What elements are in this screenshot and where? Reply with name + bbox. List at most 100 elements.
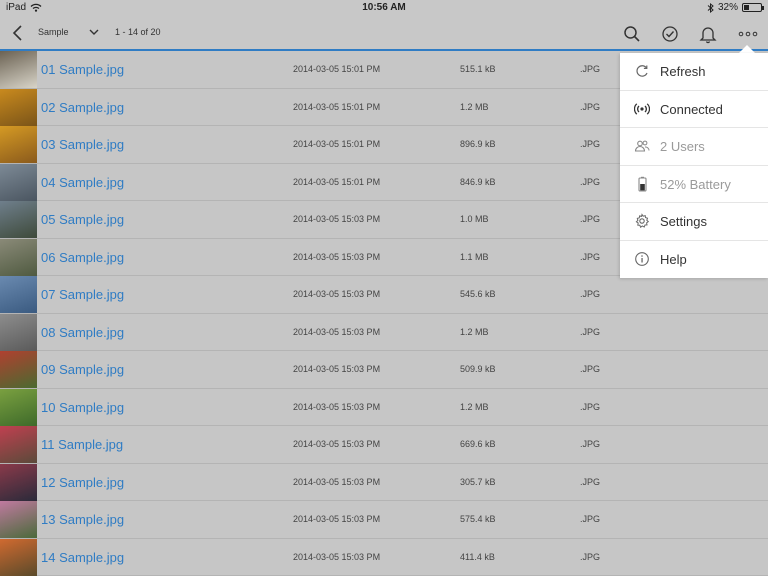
file-type: .JPG <box>580 289 601 299</box>
menu-item-settings[interactable]: Settings <box>620 203 768 241</box>
file-size: 669.6 kB <box>460 439 496 449</box>
file-date: 2014-03-05 15:03 PM <box>293 476 381 487</box>
file-thumbnail <box>0 538 37 576</box>
menu-item-label: Connected <box>660 101 723 117</box>
battery-icon <box>638 176 647 192</box>
menu-item-label: Settings <box>660 214 707 229</box>
file-thumbnail <box>0 388 37 426</box>
refresh-icon <box>636 65 648 77</box>
file-size: 305.7 kB <box>460 476 496 487</box>
file-name: 02 Sample.jpg <box>41 99 125 115</box>
file-thumbnail <box>0 501 37 538</box>
status-time: 10:56 AM <box>362 2 406 13</box>
menu-item-label: 52% Battery <box>660 176 731 192</box>
file-size: 1.0 MB <box>460 214 489 224</box>
file-date: 2014-03-05 15:01 PM <box>293 64 381 74</box>
menu-item-help[interactable]: Help <box>620 241 768 279</box>
file-date: 2014-03-05 15:03 PM <box>293 289 381 299</box>
folder-name[interactable]: Sample <box>38 27 69 37</box>
file-date: 2014-03-05 15:03 PM <box>293 326 381 337</box>
file-name: 03 Sample.jpg <box>41 137 125 152</box>
file-thumbnail <box>0 201 37 238</box>
file-type: .JPG <box>580 101 601 112</box>
more-icon[interactable] <box>738 24 758 44</box>
file-size: 509.9 kB <box>460 364 496 374</box>
file-name: 05 Sample.jpg <box>41 212 125 227</box>
file-date: 2014-03-05 15:03 PM <box>293 251 381 262</box>
overflow-menu: Refresh Connected 2 Users 52% Battery Settin… <box>620 53 768 278</box>
table-row[interactable]: 09 Sample.jpg 2014-03-05 15:03 PM 509.9 kB… <box>0 351 768 389</box>
status-bar: iPad 10:56 AM 32% <box>0 0 768 16</box>
item-count: 1 - 14 of 20 <box>115 27 161 37</box>
info-icon <box>635 251 649 266</box>
status-right: 32% <box>707 2 764 13</box>
table-row[interactable]: 12 Sample.jpg 2014-03-05 15:03 PM 305.7 kB… <box>0 463 768 501</box>
bluetooth-icon <box>707 2 714 13</box>
file-name: 10 Sample.jpg <box>41 399 125 415</box>
file-thumbnail <box>0 351 37 388</box>
file-name: 06 Sample.jpg <box>41 249 125 265</box>
file-thumbnail <box>0 88 37 126</box>
table-row[interactable]: 10 Sample.jpg 2014-03-05 15:03 PM 1.2 MB .J… <box>0 388 768 426</box>
broadcast-icon <box>634 102 650 115</box>
file-name: 12 Sample.jpg <box>41 474 125 490</box>
file-size: 1.1 MB <box>460 251 489 262</box>
battery-level <box>744 5 749 10</box>
file-name: 07 Sample.jpg <box>41 287 125 302</box>
toolbar: Sample 1 - 14 of 20 <box>0 16 768 51</box>
file-type: .JPG <box>580 251 601 262</box>
select-check-icon[interactable] <box>660 24 680 44</box>
menu-item-2-users[interactable]: 2 Users <box>620 128 768 166</box>
file-thumbnail <box>0 313 37 351</box>
menu-item-refresh[interactable]: Refresh <box>620 53 768 91</box>
file-size: 1.2 MB <box>460 326 489 337</box>
table-row[interactable]: 11 Sample.jpg 2014-03-05 15:03 PM 669.6 kB… <box>0 426 768 464</box>
chevron-down-icon[interactable] <box>88 27 100 37</box>
file-type: .JPG <box>580 176 601 187</box>
menu-item-52-battery[interactable]: 52% Battery <box>620 166 768 203</box>
file-size: 896.9 kB <box>460 139 496 149</box>
search-icon[interactable] <box>622 24 642 44</box>
table-row[interactable]: 14 Sample.jpg 2014-03-05 15:03 PM 411.4 kB… <box>0 538 768 576</box>
battery-percent: 32% <box>717 2 738 13</box>
table-row[interactable]: 13 Sample.jpg 2014-03-05 15:03 PM 575.4 kB… <box>0 501 768 539</box>
file-name: 08 Sample.jpg <box>41 324 125 340</box>
table-row[interactable]: 07 Sample.jpg 2014-03-05 15:03 PM 545.6 kB… <box>0 276 768 314</box>
file-name: 09 Sample.jpg <box>41 362 125 377</box>
file-size: 545.6 kB <box>460 289 496 299</box>
file-thumbnail <box>0 51 37 88</box>
menu-item-label: 2 Users <box>660 139 705 154</box>
file-date: 2014-03-05 15:01 PM <box>293 139 381 149</box>
file-size: 846.9 kB <box>460 176 496 187</box>
gear-icon <box>635 213 650 228</box>
file-type: .JPG <box>580 514 601 524</box>
file-type: .JPG <box>580 551 601 562</box>
file-thumbnail <box>0 238 37 276</box>
file-date: 2014-03-05 15:03 PM <box>293 551 381 562</box>
file-type: .JPG <box>580 439 601 449</box>
file-thumbnail <box>0 126 37 163</box>
file-thumbnail <box>0 276 37 313</box>
file-date: 2014-03-05 15:01 PM <box>293 101 381 112</box>
back-chevron-icon[interactable] <box>10 24 26 42</box>
file-date: 2014-03-05 15:03 PM <box>293 401 381 412</box>
file-name: 04 Sample.jpg <box>41 174 125 190</box>
file-type: .JPG <box>580 64 601 74</box>
bell-icon[interactable] <box>698 24 718 44</box>
file-size: 411.4 kB <box>460 551 495 562</box>
file-type: .JPG <box>580 139 601 149</box>
table-row[interactable]: 08 Sample.jpg 2014-03-05 15:03 PM 1.2 MB .J… <box>0 313 768 351</box>
file-thumbnail <box>0 426 37 463</box>
file-type: .JPG <box>580 214 601 224</box>
file-date: 2014-03-05 15:03 PM <box>293 214 381 224</box>
menu-arrow <box>739 45 755 53</box>
file-name: 01 Sample.jpg <box>41 62 125 77</box>
menu-item-connected[interactable]: Connected <box>620 91 768 128</box>
file-size: 515.1 kB <box>460 64 496 74</box>
file-size: 575.4 kB <box>460 514 496 524</box>
file-name: 14 Sample.jpg <box>41 549 125 565</box>
file-date: 2014-03-05 15:03 PM <box>293 514 381 524</box>
file-type: .JPG <box>580 364 601 374</box>
file-type: .JPG <box>580 401 601 412</box>
file-date: 2014-03-05 15:01 PM <box>293 176 381 187</box>
